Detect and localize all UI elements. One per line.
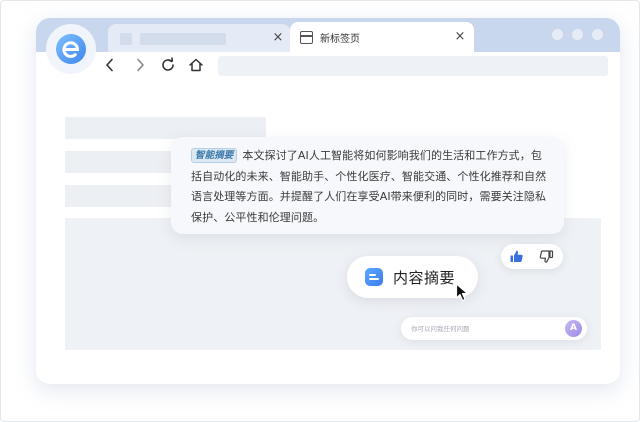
tab-inactive[interactable]: ×: [108, 24, 290, 52]
ai-summary-card: 智能摘要 本文探讨了AI人工智能将如何影响我们的生活和工作方式，包括自动化的未来、…: [171, 137, 564, 234]
ask-bar: A: [401, 317, 587, 340]
ai-assistant-avatar[interactable]: A: [565, 320, 582, 337]
tab-favicon-placeholder: [120, 33, 132, 45]
thumbs-up-icon[interactable]: [509, 249, 524, 264]
tab-title-placeholder: [140, 33, 226, 45]
thumbs-down-icon[interactable]: [539, 249, 554, 264]
close-icon[interactable]: ×: [452, 29, 468, 45]
mouse-cursor-icon: [455, 283, 469, 302]
browser-e-logo-icon: [46, 24, 96, 74]
tab-title: 新标签页: [320, 34, 360, 45]
content-placeholder: [65, 185, 175, 207]
reload-icon[interactable]: [158, 55, 178, 75]
content-summary-label: 内容摘要: [393, 269, 456, 287]
browser-toolbar: [36, 52, 620, 80]
content-placeholder: [65, 151, 175, 173]
window-control-dot[interactable]: [552, 29, 563, 40]
window-control-dot[interactable]: [592, 29, 603, 40]
content-placeholder: [65, 117, 266, 139]
address-bar[interactable]: [218, 56, 608, 76]
chevron-left-icon[interactable]: [100, 55, 120, 75]
tab-page-icon: [300, 31, 313, 44]
home-icon[interactable]: [186, 55, 206, 75]
summary-text: 本文探讨了AI人工智能将如何影响我们的生活和工作方式，包括自动化的未来、智能助手…: [191, 149, 547, 224]
feedback-group: [501, 244, 563, 269]
smart-summary-tag: 智能摘要: [191, 148, 238, 163]
close-icon[interactable]: ×: [270, 30, 286, 46]
tab-strip: × 新标签页 ×: [36, 18, 620, 52]
tab-new-tab[interactable]: 新标签页 ×: [290, 22, 474, 52]
ask-input[interactable]: [411, 320, 561, 337]
window-control-dot[interactable]: [572, 29, 583, 40]
summary-doc-icon: [365, 268, 383, 286]
chevron-right-icon[interactable]: [130, 55, 150, 75]
